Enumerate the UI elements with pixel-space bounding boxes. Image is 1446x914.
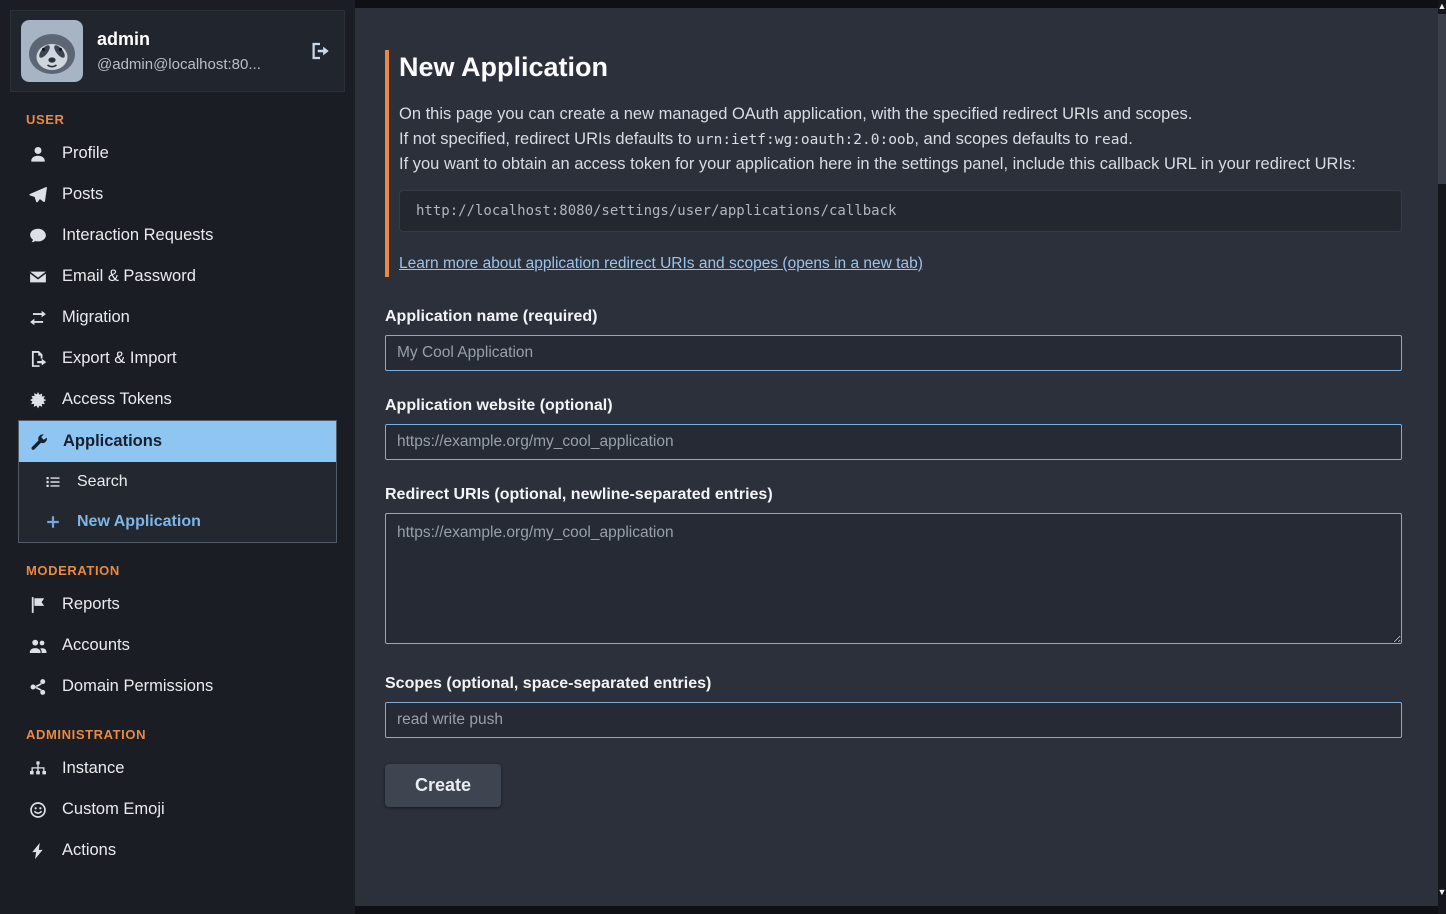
scopes-field: Scopes (optional, space-separated entrie… bbox=[385, 675, 1402, 738]
redirect-uris-textarea[interactable] bbox=[385, 513, 1402, 644]
applications-group: Applications Search New Application bbox=[18, 420, 337, 543]
sidebar-item-label: Profile bbox=[62, 144, 109, 163]
logout-button[interactable] bbox=[308, 39, 332, 63]
sidebar-item-migration[interactable]: Migration bbox=[18, 297, 337, 338]
smiley-icon bbox=[28, 801, 48, 819]
bolt-icon bbox=[28, 842, 48, 860]
application-name-input[interactable] bbox=[385, 335, 1402, 371]
application-website-field: Application website (optional) bbox=[385, 397, 1402, 460]
list-icon bbox=[43, 474, 63, 490]
user-card[interactable]: admin @admin@localhost:80... bbox=[10, 10, 345, 92]
sidebar-item-label: Accounts bbox=[62, 636, 130, 655]
scopes-input[interactable] bbox=[385, 702, 1402, 738]
sidebar-item-new-application[interactable]: New Application bbox=[19, 502, 336, 542]
new-application-form: Application name (required) Application … bbox=[385, 308, 1402, 807]
applications-submenu: Search New Application bbox=[19, 462, 336, 542]
sidebar-item-label: Actions bbox=[62, 841, 116, 860]
user-handle: @admin@localhost:80... bbox=[97, 56, 261, 73]
wrench-icon bbox=[29, 433, 49, 451]
page-intro-block: New Application On this page you can cre… bbox=[385, 50, 1402, 277]
scroll-up-arrow[interactable]: ▲ bbox=[1438, 0, 1446, 12]
sidebar-item-label: Access Tokens bbox=[62, 390, 172, 409]
paper-plane-icon bbox=[28, 186, 48, 204]
page-title: New Application bbox=[399, 52, 1402, 83]
intro-text: If not specified, redirect URIs defaults… bbox=[399, 130, 696, 148]
inline-code-oob: urn:ietf:wg:oauth:2.0:oob bbox=[696, 132, 914, 148]
application-name-field: Application name (required) bbox=[385, 308, 1402, 371]
application-website-input[interactable] bbox=[385, 424, 1402, 460]
sloth-avatar-image bbox=[21, 20, 83, 82]
intro-text: . bbox=[1128, 130, 1133, 148]
sidebar-item-label: Instance bbox=[62, 759, 124, 778]
learn-more-link[interactable]: Learn more about application redirect UR… bbox=[399, 255, 923, 273]
sidebar-item-search[interactable]: Search bbox=[19, 462, 336, 502]
sidebar-item-access-tokens[interactable]: Access Tokens bbox=[18, 379, 337, 420]
sidebar-item-label: New Application bbox=[77, 513, 201, 531]
sidebar-item-applications[interactable]: Applications bbox=[19, 421, 336, 462]
sidebar-item-label: Email & Password bbox=[62, 267, 196, 286]
user-icon bbox=[28, 145, 48, 163]
section-header-moderation: MODERATION bbox=[26, 563, 337, 578]
intro-line-1: On this page you can create a new manage… bbox=[399, 102, 1402, 127]
application-name-label: Application name (required) bbox=[385, 308, 1402, 326]
sidebar: admin @admin@localhost:80... USER Profil… bbox=[0, 0, 355, 914]
sidebar-item-label: Posts bbox=[62, 185, 103, 204]
callback-url-codeblock[interactable]: http://localhost:8080/settings/user/appl… bbox=[399, 190, 1402, 232]
sidebar-item-label: Applications bbox=[63, 432, 162, 451]
main-panel: New Application On this page you can cre… bbox=[355, 8, 1438, 906]
redirect-uris-field: Redirect URIs (optional, newline-separat… bbox=[385, 486, 1402, 649]
sidebar-item-actions[interactable]: Actions bbox=[18, 830, 337, 871]
users-icon bbox=[28, 637, 48, 655]
plus-icon bbox=[43, 514, 63, 530]
sidebar-item-label: Domain Permissions bbox=[62, 677, 213, 696]
avatar bbox=[21, 20, 83, 82]
section-header-user: USER bbox=[26, 112, 337, 127]
scrollbar[interactable]: ▲ ▼ bbox=[1438, 0, 1446, 914]
username: admin bbox=[97, 29, 261, 50]
inline-code-read: read bbox=[1093, 132, 1128, 148]
sidebar-item-profile[interactable]: Profile bbox=[18, 133, 337, 174]
sidebar-item-accounts[interactable]: Accounts bbox=[18, 625, 337, 666]
section-header-administration: ADMINISTRATION bbox=[26, 727, 337, 742]
token-burst-icon bbox=[28, 391, 48, 409]
callback-url: http://localhost:8080/settings/user/appl… bbox=[416, 203, 896, 219]
file-export-icon bbox=[28, 350, 48, 368]
comment-icon bbox=[28, 227, 48, 245]
create-button[interactable]: Create bbox=[385, 764, 501, 807]
sidebar-item-label: Search bbox=[77, 473, 128, 491]
redirect-uris-label: Redirect URIs (optional, newline-separat… bbox=[385, 486, 1402, 504]
sidebar-item-email-password[interactable]: Email & Password bbox=[18, 256, 337, 297]
intro-text: , and scopes defaults to bbox=[914, 130, 1093, 148]
user-meta: admin @admin@localhost:80... bbox=[97, 29, 261, 73]
sidebar-item-label: Interaction Requests bbox=[62, 226, 213, 245]
sidebar-item-label: Migration bbox=[62, 308, 130, 327]
sidebar-item-label: Custom Emoji bbox=[62, 800, 165, 819]
sidebar-item-domain-permissions[interactable]: Domain Permissions bbox=[18, 666, 337, 707]
scopes-label: Scopes (optional, space-separated entrie… bbox=[385, 675, 1402, 693]
share-nodes-icon bbox=[28, 678, 48, 696]
scroll-down-arrow[interactable]: ▼ bbox=[1438, 886, 1446, 898]
sidebar-item-label: Reports bbox=[62, 595, 120, 614]
flag-icon bbox=[28, 596, 48, 614]
sidebar-item-export-import[interactable]: Export & Import bbox=[18, 338, 337, 379]
sign-out-icon bbox=[310, 41, 330, 61]
sidebar-item-interaction-requests[interactable]: Interaction Requests bbox=[18, 215, 337, 256]
sidebar-item-custom-emoji[interactable]: Custom Emoji bbox=[18, 789, 337, 830]
sidebar-item-label: Export & Import bbox=[62, 349, 177, 368]
sidebar-item-instance[interactable]: Instance bbox=[18, 748, 337, 789]
intro-line-2: If not specified, redirect URIs defaults… bbox=[399, 127, 1402, 153]
application-website-label: Application website (optional) bbox=[385, 397, 1402, 415]
sidebar-item-reports[interactable]: Reports bbox=[18, 584, 337, 625]
sitemap-icon bbox=[28, 760, 48, 778]
sidebar-nav: USER Profile Posts Interaction Requests … bbox=[18, 112, 337, 871]
scrollbar-thumb[interactable] bbox=[1438, 14, 1446, 184]
envelope-icon bbox=[28, 268, 48, 286]
sidebar-item-posts[interactable]: Posts bbox=[18, 174, 337, 215]
intro-line-3: If you want to obtain an access token fo… bbox=[399, 152, 1402, 177]
exchange-arrows-icon bbox=[28, 309, 48, 327]
